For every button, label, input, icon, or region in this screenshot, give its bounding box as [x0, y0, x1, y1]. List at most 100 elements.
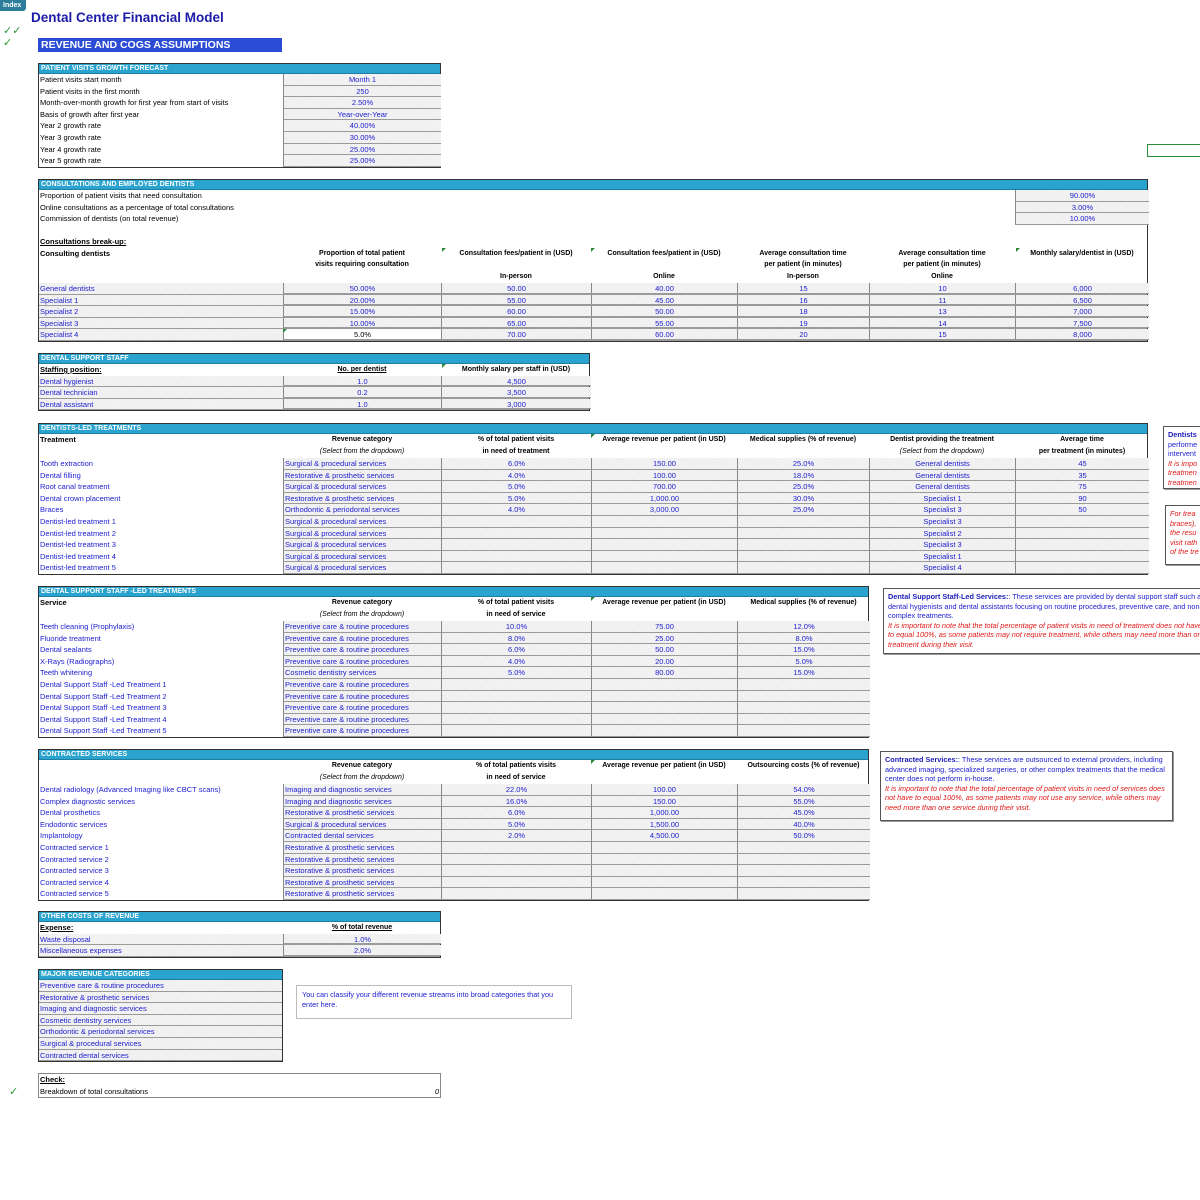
- treatment-name-input[interactable]: Dental filling: [39, 470, 283, 482]
- outsourcing-input[interactable]: 45.0%: [737, 807, 870, 819]
- supplies-input[interactable]: [737, 562, 869, 574]
- index-button[interactable]: Index: [0, 0, 26, 11]
- treatment-name-input[interactable]: Dentist-led treatment 1: [39, 516, 283, 528]
- category-dropdown[interactable]: Restorative & prosthetic services: [283, 853, 441, 866]
- category-name-input[interactable]: Orthodontic & periodontal services: [39, 1026, 282, 1037]
- revenue-input[interactable]: [591, 562, 737, 574]
- category-dropdown[interactable]: Contracted dental services: [283, 830, 441, 842]
- outsourcing-input[interactable]: 55.0%: [737, 795, 870, 808]
- dentist-dropdown[interactable]: General dentists: [869, 469, 1015, 482]
- time-inperson-input[interactable]: 15: [737, 282, 869, 294]
- category-dropdown[interactable]: Restorative & prosthetic services: [283, 807, 441, 819]
- param-value-input[interactable]: 2.50%: [283, 97, 441, 109]
- fee-inperson-input[interactable]: 60.00: [441, 306, 591, 317]
- category-dropdown[interactable]: Preventive care & routine procedures: [283, 655, 441, 668]
- pct-input[interactable]: 6.0%: [441, 458, 591, 470]
- outsourcing-input[interactable]: 50.0%: [737, 830, 870, 842]
- category-dropdown[interactable]: Surgical & procedural services: [283, 458, 441, 470]
- revenue-input[interactable]: [591, 841, 737, 854]
- expense-pct-input[interactable]: 1.0%: [283, 933, 441, 945]
- revenue-input[interactable]: 3,000.00: [591, 504, 737, 516]
- supplies-input[interactable]: [737, 725, 870, 737]
- revenue-input[interactable]: [591, 678, 737, 691]
- staff-position-input[interactable]: Dental assistant: [39, 399, 283, 410]
- treatment-name-input[interactable]: Dentist-led treatment 5: [39, 562, 283, 574]
- salary-input[interactable]: 6,500: [1015, 294, 1149, 306]
- param-value-input[interactable]: 250: [283, 85, 441, 98]
- revenue-input[interactable]: 25.00: [591, 632, 737, 645]
- treatment-name-input[interactable]: Braces: [39, 504, 283, 516]
- pct-input[interactable]: [441, 865, 591, 877]
- per-dentist-input[interactable]: 0.2: [283, 387, 441, 398]
- supplies-input[interactable]: [737, 527, 869, 540]
- category-dropdown[interactable]: Surgical & procedural services: [283, 515, 441, 528]
- fee-inperson-input[interactable]: 65.00: [441, 317, 591, 329]
- category-dropdown[interactable]: Surgical & procedural services: [283, 550, 441, 563]
- service-name-input[interactable]: Dental radiology (Advanced Imaging like …: [39, 784, 283, 796]
- category-dropdown[interactable]: Restorative & prosthetic services: [283, 876, 441, 889]
- revenue-input[interactable]: 4,500.00: [591, 830, 737, 842]
- time-inperson-input[interactable]: 20: [737, 329, 869, 340]
- service-name-input[interactable]: Teeth cleaning (Prophylaxis): [39, 621, 283, 633]
- service-name-input[interactable]: Teeth whitening: [39, 667, 283, 679]
- staff-salary-input[interactable]: 4,500: [441, 375, 591, 387]
- category-dropdown[interactable]: Preventive care & routine procedures: [283, 632, 441, 645]
- revenue-input[interactable]: 50.00: [591, 644, 737, 656]
- proportion-input[interactable]: 5.0%: [283, 329, 441, 340]
- outsourcing-input[interactable]: [737, 841, 870, 854]
- outsourcing-input[interactable]: [737, 888, 870, 900]
- pct-input[interactable]: 10.0%: [441, 621, 591, 633]
- proportion-input[interactable]: 10.00%: [283, 317, 441, 329]
- pct-input[interactable]: [441, 876, 591, 889]
- dentist-name-input[interactable]: Specialist 1: [39, 295, 283, 306]
- service-name-input[interactable]: Dental Support Staff -Led Treatment 4: [39, 714, 283, 726]
- category-dropdown[interactable]: Restorative & prosthetic services: [283, 469, 441, 482]
- time-input[interactable]: 35: [1015, 469, 1149, 482]
- fee-inperson-input[interactable]: 70.00: [441, 329, 591, 340]
- staff-position-input[interactable]: Dental hygienist: [39, 376, 283, 387]
- service-name-input[interactable]: Contracted service 5: [39, 888, 283, 900]
- category-dropdown[interactable]: Restorative & prosthetic services: [283, 492, 441, 505]
- fee-online-input[interactable]: 55.00: [591, 317, 737, 329]
- dentist-dropdown[interactable]: Specialist 3: [869, 539, 1015, 551]
- supplies-input[interactable]: [737, 550, 869, 563]
- time-online-input[interactable]: 14: [869, 317, 1015, 329]
- dentist-name-input[interactable]: Specialist 4: [39, 329, 283, 340]
- per-dentist-input[interactable]: 1.0: [283, 375, 441, 387]
- param-value-input[interactable]: 25.00%: [283, 155, 441, 167]
- fee-online-input[interactable]: 50.00: [591, 306, 737, 317]
- revenue-input[interactable]: [591, 888, 737, 900]
- time-input[interactable]: [1015, 562, 1149, 574]
- fee-inperson-input[interactable]: 50.00: [441, 282, 591, 294]
- time-input[interactable]: [1015, 550, 1149, 563]
- proportion-input[interactable]: 50.00%: [283, 282, 441, 294]
- dentist-name-input[interactable]: Specialist 2: [39, 306, 283, 317]
- revenue-input[interactable]: [591, 725, 737, 737]
- revenue-input[interactable]: [591, 853, 737, 866]
- revenue-input[interactable]: [591, 527, 737, 540]
- pct-input[interactable]: 6.0%: [441, 807, 591, 819]
- expense-pct-input[interactable]: 2.0%: [283, 945, 441, 956]
- revenue-input[interactable]: 20.00: [591, 655, 737, 668]
- service-name-input[interactable]: Dental Support Staff -Led Treatment 2: [39, 691, 283, 703]
- service-name-input[interactable]: Dental prosthetics: [39, 807, 283, 819]
- category-dropdown[interactable]: Preventive care & routine procedures: [283, 690, 441, 703]
- treatment-name-input[interactable]: Tooth extraction: [39, 458, 283, 470]
- time-input[interactable]: 45: [1015, 458, 1149, 470]
- category-dropdown[interactable]: Preventive care & routine procedures: [283, 725, 441, 737]
- category-dropdown[interactable]: Restorative & prosthetic services: [283, 865, 441, 877]
- category-name-input[interactable]: Contracted dental services: [39, 1050, 282, 1061]
- time-input[interactable]: [1015, 515, 1149, 528]
- pct-input[interactable]: 5.0%: [441, 818, 591, 831]
- supplies-input[interactable]: 25.0%: [737, 504, 869, 516]
- param-value-input[interactable]: 10.00%: [1015, 213, 1149, 225]
- service-name-input[interactable]: Dental Support Staff -Led Treatment 3: [39, 702, 283, 714]
- supplies-input[interactable]: 30.0%: [737, 492, 869, 505]
- category-name-input[interactable]: Cosmetic dentistry services: [39, 1015, 282, 1026]
- category-dropdown[interactable]: Restorative & prosthetic services: [283, 841, 441, 854]
- pct-input[interactable]: [441, 725, 591, 737]
- time-inperson-input[interactable]: 16: [737, 294, 869, 306]
- pct-input[interactable]: 8.0%: [441, 632, 591, 645]
- supplies-input[interactable]: [737, 713, 870, 726]
- pct-input[interactable]: 5.0%: [441, 481, 591, 493]
